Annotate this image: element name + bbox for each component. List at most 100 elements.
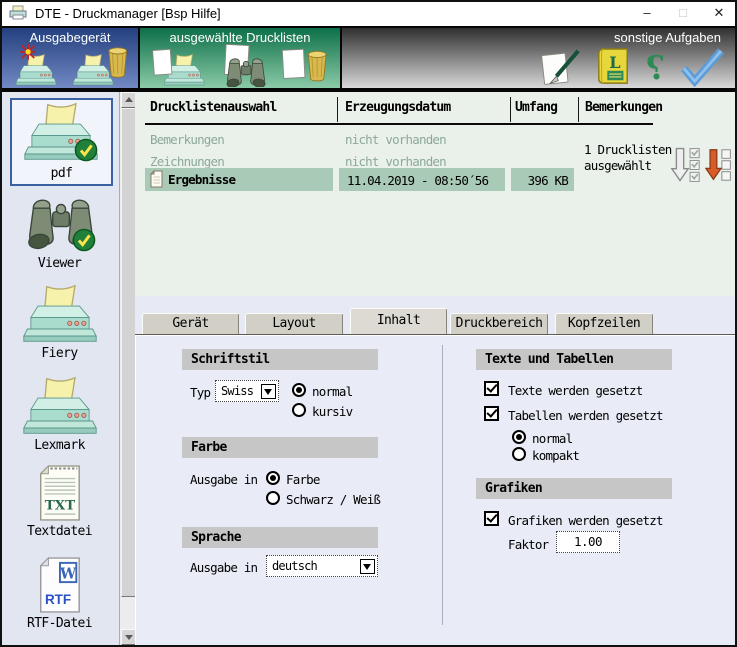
chevron-down-icon[interactable] (261, 384, 276, 399)
column-header-size: Umfang (515, 100, 557, 115)
row-size: 396 KB (511, 173, 568, 188)
delete-printer-icon[interactable] (70, 43, 132, 87)
tab-kopfzeilen[interactable]: Kopfzeilen (555, 313, 653, 334)
toolbar: Ausgabegerät ausgewählte Drucklisten son… (0, 26, 737, 92)
dropdown-value: deutsch (269, 559, 360, 573)
tab-strip: Gerät Layout Inhalt Druckbereich Kopfzei… (135, 296, 737, 334)
section-header-schriftstil: Schriftstil (182, 349, 378, 370)
radio-normal-label: normal (312, 384, 352, 399)
faktor-label: Faktor (508, 537, 548, 552)
section-header-farbe: Farbe (182, 437, 378, 458)
delete-lists-icon[interactable] (277, 43, 331, 87)
dropdown-value: Swiss (218, 384, 261, 398)
notes-icon[interactable] (540, 49, 582, 87)
radio-farbe[interactable] (266, 471, 280, 485)
column-divider (578, 97, 579, 122)
txt-file-icon: TXT (34, 464, 84, 522)
rtf-file-icon: W RTF (34, 556, 84, 614)
ausgabe-in-label: Ausgabe in (190, 560, 257, 575)
column-header-date: Erzeugungsdatum (345, 100, 450, 115)
window-title: DTE - Druckmanager [Bsp Hilfe] (35, 6, 221, 21)
svg-text:W: W (59, 565, 77, 582)
section-label: sonstige Aufgaben (342, 30, 735, 45)
scroll-up-icon[interactable] (121, 92, 136, 108)
sidebar-item-pdf[interactable]: pdf (10, 98, 113, 186)
checkbox-texte-label: Texte werden gesetzt (508, 383, 643, 398)
checkbox-tabellen-label: Tabellen werden gesetzt (508, 408, 663, 423)
printer-icon (22, 376, 98, 436)
title-bar: DTE - Druckmanager [Bsp Hilfe] – □ ✕ (0, 0, 737, 26)
view-lists-icon[interactable] (213, 43, 271, 87)
sidebar-item-label: Lexmark (0, 438, 119, 453)
selection-count: 1 Drucklisten (584, 142, 671, 158)
faktor-input[interactable]: 1.00 (556, 531, 620, 553)
scroll-down-icon[interactable] (121, 629, 136, 645)
column-header-name: Drucklistenauswahl (150, 100, 276, 115)
output-device-sidebar: pdf Viewer Fiery Lexmark TXT Textdatei W… (0, 92, 119, 645)
sidebar-scrollbar[interactable] (119, 92, 136, 645)
row-name: Ergebnisse (168, 172, 235, 187)
print-lists-icon[interactable] (149, 43, 207, 87)
printer-icon (22, 284, 98, 344)
selection-label: ausgewählt (584, 158, 671, 174)
radio-schwarz-weiss-label: Schwarz / Weiß (286, 492, 380, 507)
svg-text:L: L (609, 53, 620, 72)
tab-druckbereich[interactable]: Druckbereich (450, 313, 548, 334)
header-rule (145, 123, 653, 125)
toolbar-section-ausgabegeraet: Ausgabegerät (2, 28, 138, 88)
sidebar-item-label: Viewer (0, 256, 119, 271)
radio-tabellen-kompakt[interactable] (512, 447, 526, 461)
toolbar-section-drucklisten: ausgewählte Drucklisten (140, 28, 340, 88)
section-header-texte: Texte und Tabellen (476, 349, 672, 370)
row-date: nicht vorhanden (345, 154, 446, 169)
selection-info: 1 Drucklisten ausgewählt (584, 142, 671, 174)
radio-schwarz-weiss[interactable] (266, 491, 280, 505)
scrollbar-thumb[interactable] (121, 108, 136, 597)
minimize-button[interactable]: – (629, 0, 665, 26)
checkbox-tabellen[interactable] (484, 406, 499, 421)
close-button[interactable]: ✕ (701, 0, 737, 26)
toolbar-section-aufgaben: sonstige Aufgaben L ? (342, 28, 735, 88)
row-name: Bemerkungen (150, 132, 224, 147)
column-divider (337, 97, 338, 122)
select-all-icon[interactable] (670, 146, 701, 184)
confirm-icon[interactable] (680, 48, 725, 87)
radio-tabellen-normal-label: normal (532, 431, 572, 446)
dictionary-icon[interactable]: L (595, 47, 631, 87)
drucklisten-table: Drucklistenauswahl Erzeugungsdatum Umfan… (135, 92, 737, 296)
radio-kursiv[interactable] (292, 403, 306, 417)
font-type-dropdown[interactable]: Swiss (215, 380, 279, 402)
radio-normal[interactable] (292, 383, 306, 397)
section-header-sprache: Sprache (182, 527, 378, 548)
tab-geraet[interactable]: Gerät (142, 313, 239, 334)
checkbox-texte[interactable] (484, 381, 499, 396)
app-window: DTE - Druckmanager [Bsp Hilfe] – □ ✕ Aus… (0, 0, 737, 647)
language-dropdown[interactable]: deutsch (266, 555, 378, 577)
row-name: Zeichnungen (150, 154, 224, 169)
deselect-icon[interactable] (705, 146, 732, 184)
row-date: 11.04.2019 - 08:50´56 (347, 173, 488, 188)
typ-label: Typ (190, 385, 210, 400)
radio-tabellen-kompakt-label: kompakt (532, 448, 579, 463)
svg-text:?: ? (646, 50, 665, 87)
help-icon[interactable]: ? (644, 50, 667, 87)
svg-text:RTF: RTF (45, 592, 71, 607)
document-icon (149, 170, 164, 188)
radio-farbe-label: Farbe (286, 472, 320, 487)
radio-kursiv-label: kursiv (312, 404, 352, 419)
tab-layout[interactable]: Layout (245, 313, 343, 334)
chevron-down-icon[interactable] (360, 559, 375, 574)
svg-text:TXT: TXT (45, 497, 75, 513)
check-badge-icon (74, 138, 98, 162)
new-printer-icon[interactable] (8, 43, 64, 87)
inhalt-panel: Schriftstil Typ Swiss normal kursiv Farb… (135, 334, 737, 646)
checkbox-grafiken[interactable] (484, 511, 499, 526)
check-badge-icon (72, 228, 96, 252)
tab-inhalt[interactable]: Inhalt (350, 308, 447, 334)
sidebar-item-label: pdf (12, 166, 111, 181)
checkbox-grafiken-label: Grafiken werden gesetzt (508, 513, 663, 528)
radio-tabellen-normal[interactable] (512, 430, 526, 444)
sidebar-item-label: Textdatei (0, 524, 119, 539)
sidebar-item-label: Fiery (0, 346, 119, 361)
row-date: nicht vorhanden (345, 132, 446, 147)
